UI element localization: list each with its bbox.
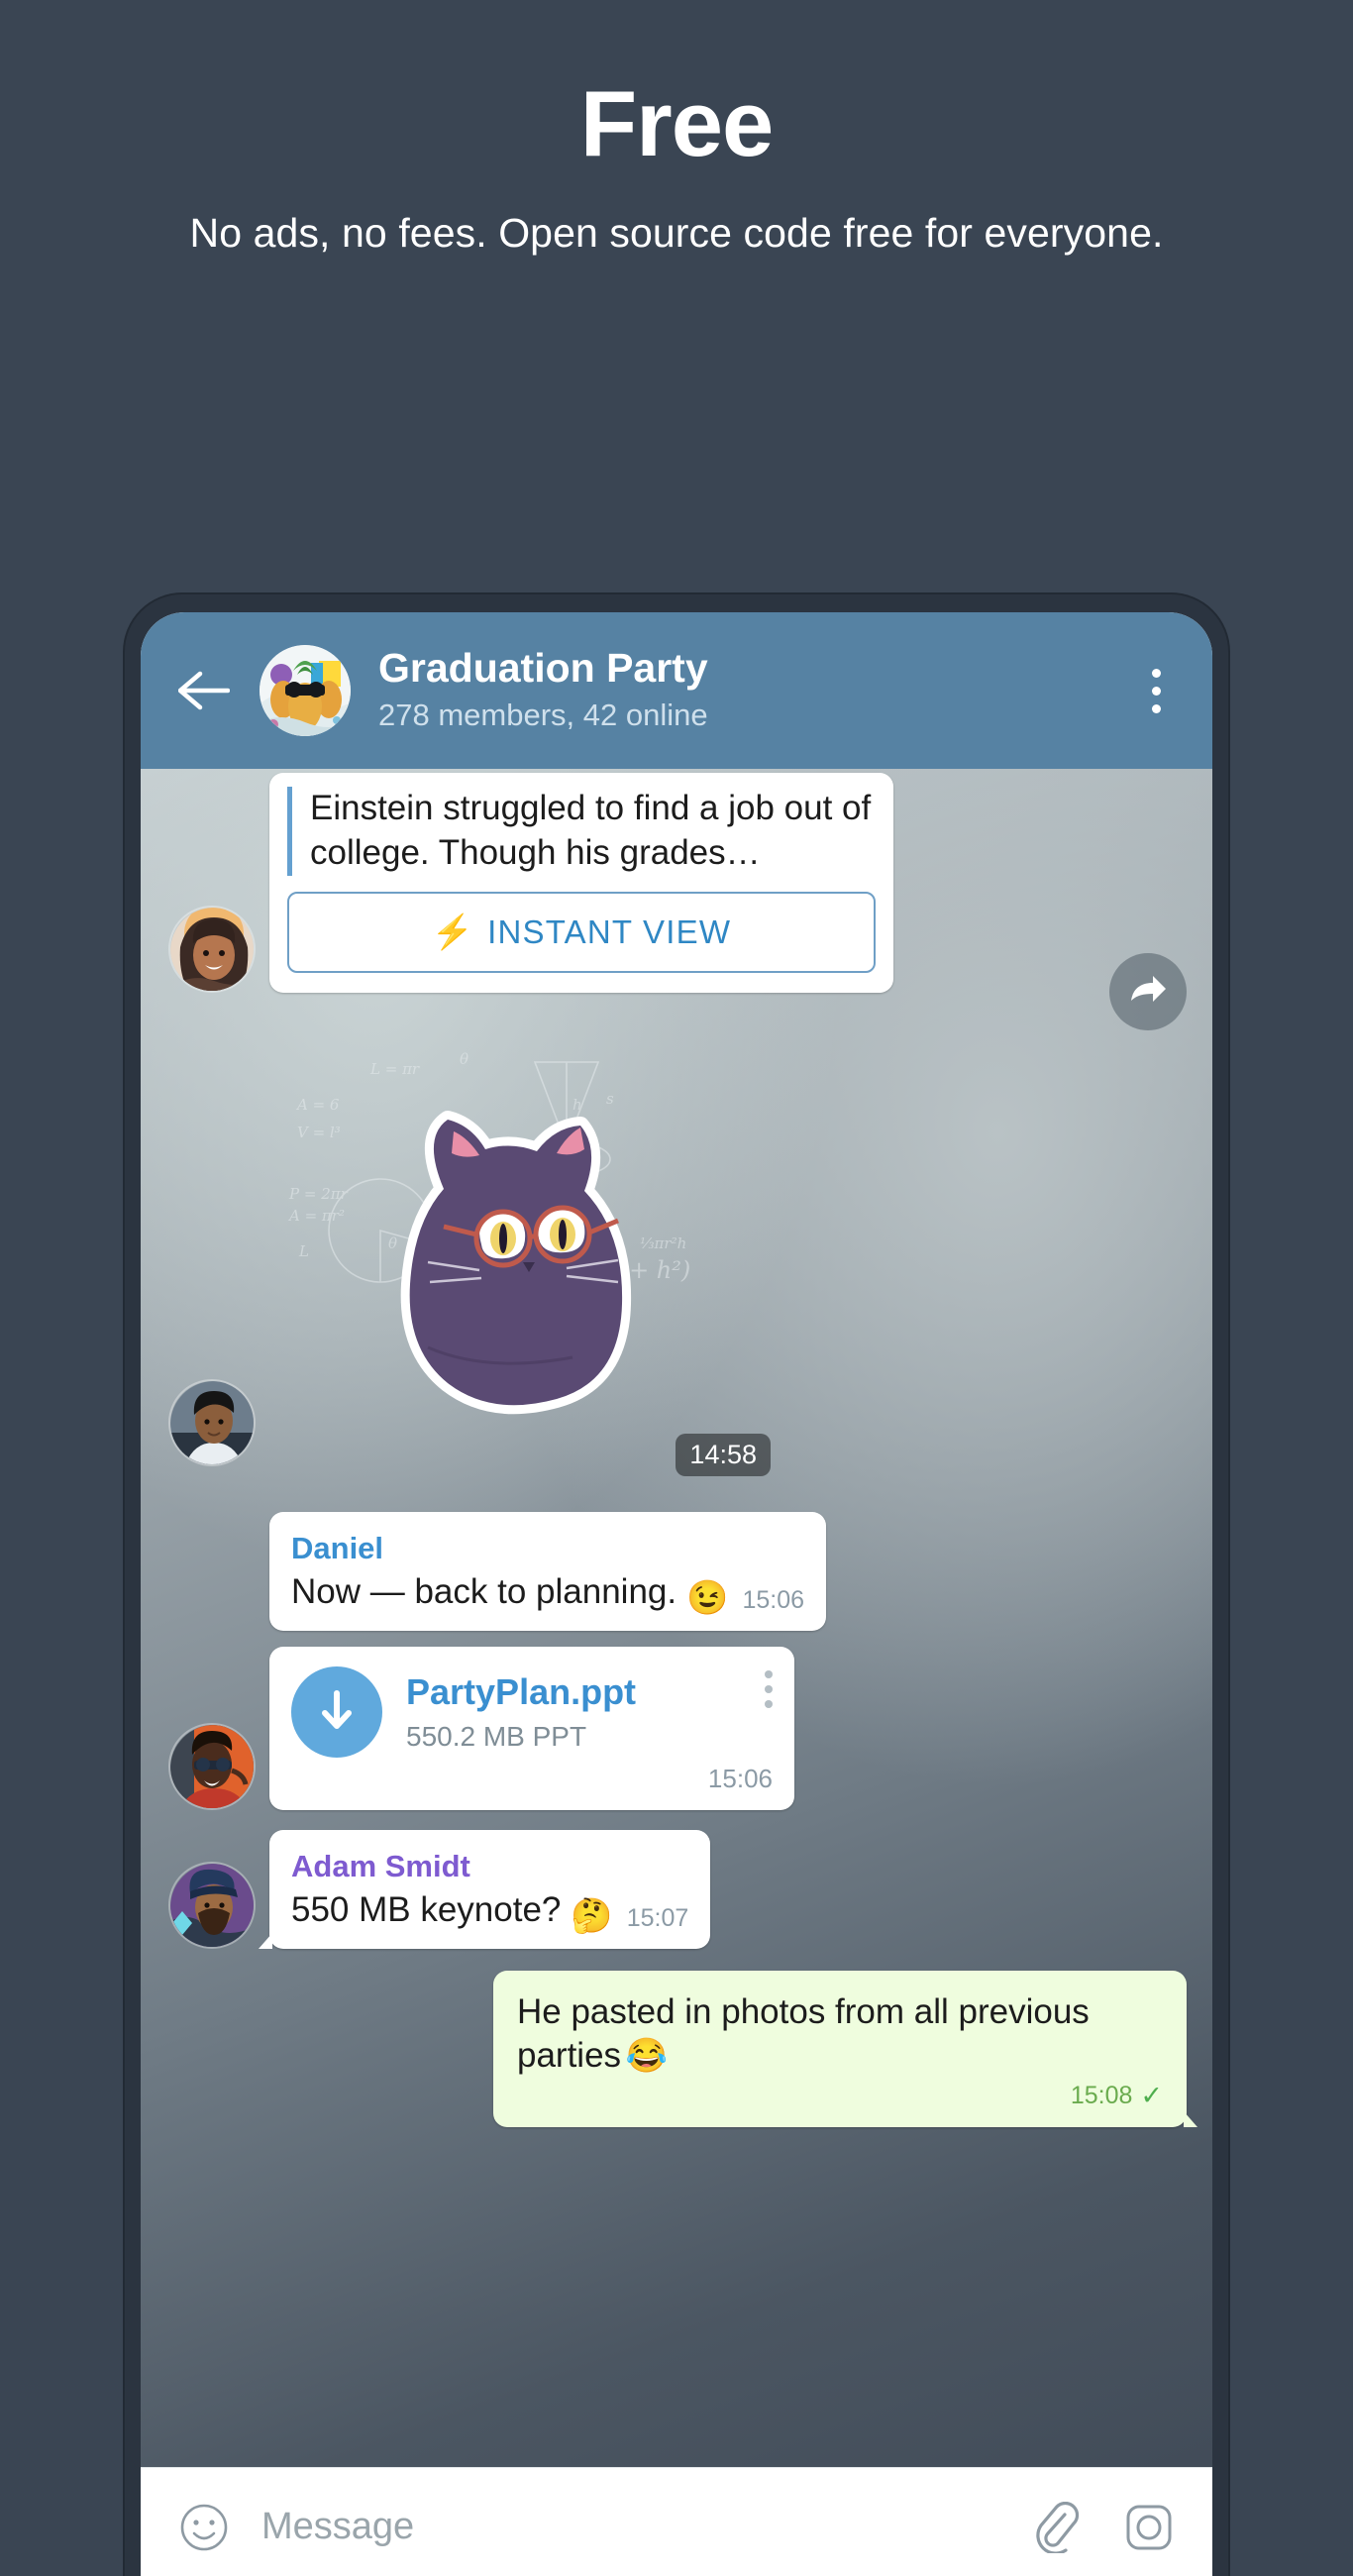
- camera-icon[interactable]: [1119, 2498, 1179, 2557]
- menu-dot: [1151, 703, 1161, 713]
- page-subtitle: No ads, no fees. Open source code free f…: [189, 209, 1164, 256]
- back-button[interactable]: [176, 663, 232, 718]
- download-arrow-icon[interactable]: [291, 1665, 382, 1758]
- message-text: Now — back to planning.: [291, 1571, 677, 1611]
- svg-text:θ: θ: [388, 1234, 397, 1252]
- file-menu-dots-icon[interactable]: [765, 1669, 773, 1708]
- man-cap-avatar: [170, 1863, 254, 1947]
- message-timestamp: 15:07: [626, 1903, 689, 1932]
- menu-dot: [1151, 686, 1161, 696]
- file-message-bubble[interactable]: PartyPlan.ppt 550.2 MB PPT 15:06: [269, 1646, 794, 1810]
- message-text: 550 MB keynote?: [291, 1889, 562, 1929]
- svg-text:θ: θ: [460, 1050, 468, 1068]
- chat-avatar[interactable]: [260, 645, 351, 736]
- woman-smiling-avatar: [170, 907, 254, 991]
- message-row-file: PartyPlan.ppt 550.2 MB PPT 15:06: [141, 1646, 1212, 1810]
- svg-text:L = πr: L = πr: [369, 1060, 420, 1078]
- arrow-left-icon: [178, 671, 230, 710]
- instant-view-button[interactable]: ⚡ INSTANT VIEW: [287, 891, 876, 973]
- message-input-bar[interactable]: Message: [141, 2467, 1212, 2576]
- thinking-emoji: 🤔: [571, 1896, 613, 1935]
- wink-emoji: 😉: [686, 1578, 729, 1617]
- avatar[interactable]: [168, 1722, 256, 1810]
- smiley-icon[interactable]: [174, 2498, 234, 2557]
- page-title: Free: [579, 71, 775, 175]
- chat-title: Graduation Party: [378, 645, 708, 692]
- message-sender: Daniel: [291, 1530, 384, 1565]
- message-input[interactable]: Message: [261, 2506, 1026, 2548]
- dot: [765, 1699, 773, 1708]
- svg-text:A = πr²: A = πr²: [287, 1207, 345, 1225]
- message-text: He pasted in photos from all previous pa…: [517, 1991, 1090, 2076]
- svg-text:h: h: [572, 1096, 582, 1114]
- avatar[interactable]: [168, 1378, 256, 1466]
- message-bubble[interactable]: Adam Smidt 550 MB keynote? 🤔 15:07: [258, 1829, 711, 1949]
- forward-arrow-icon[interactable]: [1109, 953, 1187, 1030]
- svg-text:s: s: [606, 1090, 614, 1108]
- dot: [765, 1669, 773, 1678]
- message-timestamp: 15:08: [1070, 2082, 1133, 2110]
- message-bubble[interactable]: Daniel Now — back to planning. 😉 15:06: [269, 1511, 827, 1631]
- message-row-adam: Adam Smidt 550 MB keynote? 🤔 15:07: [141, 1829, 1212, 1949]
- svg-text:L: L: [298, 1242, 309, 1260]
- paperclip-icon[interactable]: [1026, 2498, 1086, 2557]
- phone-mockup: Graduation Party 278 members, 42 online: [125, 594, 1228, 2576]
- man-sunglasses-avatar: [170, 1724, 254, 1808]
- sticker-timestamp: 14:58: [676, 1433, 771, 1476]
- chat-subtitle: 278 members, 42 online: [378, 698, 708, 733]
- young-man-avatar: [170, 1380, 254, 1464]
- message-row-daniel: Daniel Now — back to planning. 😉 15:06: [141, 1511, 1212, 1631]
- outgoing-message-bubble[interactable]: He pasted in photos from all previous pa…: [493, 1970, 1197, 2128]
- message-timestamp: 15:06: [742, 1585, 805, 1614]
- avatar[interactable]: [168, 1861, 256, 1949]
- chat-message-list[interactable]: Einstein struggled to find a job out of …: [141, 769, 1212, 2576]
- link-preview-bubble[interactable]: Einstein struggled to find a job out of …: [269, 773, 893, 993]
- joy-emoji: 😂: [625, 2037, 668, 2076]
- overflow-menu-icon[interactable]: [1133, 661, 1179, 720]
- svg-text:V = l³: V = l³: [297, 1124, 341, 1141]
- message-sender: Adam Smidt: [291, 1848, 470, 1883]
- file-name[interactable]: PartyPlan.ppt: [406, 1670, 765, 1713]
- promo-header: Free No ads, no fees. Open source code f…: [0, 0, 1353, 258]
- message-timestamp: 15:06: [707, 1763, 773, 1793]
- message-row-outgoing: He pasted in photos from all previous pa…: [141, 1970, 1212, 2128]
- pineapple-sunglasses-avatar: [260, 645, 351, 736]
- chat-title-block[interactable]: Graduation Party 278 members, 42 online: [378, 645, 1133, 735]
- message-row-link-preview: Einstein struggled to find a job out of …: [141, 773, 1212, 993]
- sticker-message[interactable]: A = 6 V = l³ P = 2πr A = πr² L = πr θ h …: [269, 1050, 771, 1476]
- avatar[interactable]: [168, 905, 256, 993]
- message-row-sticker: A = 6 V = l³ P = 2πr A = πr² L = πr θ h …: [141, 1026, 1212, 1476]
- math-cat-sticker: A = 6 V = l³ P = 2πr A = πr² L = πr θ h …: [287, 1050, 690, 1414]
- dot: [765, 1684, 773, 1693]
- instant-view-label: INSTANT VIEW: [487, 912, 732, 950]
- file-size: 550.2 MB PPT: [406, 1720, 587, 1752]
- promo-screenshot: Free No ads, no fees. Open source code f…: [0, 0, 1353, 2576]
- menu-dot: [1151, 668, 1161, 678]
- svg-text:A = 6: A = 6: [295, 1096, 340, 1114]
- link-preview-quote: Einstein struggled to find a job out of …: [287, 787, 876, 876]
- single-check-icon: ✓: [1140, 2081, 1163, 2111]
- svg-text:⅓πr²h: ⅓πr²h: [640, 1234, 686, 1252]
- phone-screen: Graduation Party 278 members, 42 online: [141, 612, 1212, 2576]
- chat-header: Graduation Party 278 members, 42 online: [141, 612, 1212, 769]
- link-preview-text: Einstein struggled to find a job out of …: [310, 789, 872, 872]
- bolt-icon: ⚡: [431, 912, 474, 951]
